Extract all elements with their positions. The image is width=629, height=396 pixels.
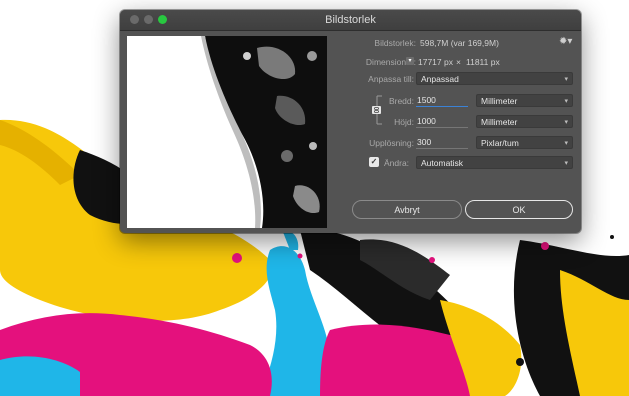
height-label: Höjd: — [394, 117, 414, 127]
chevron-down-icon: ▾ — [564, 140, 568, 147]
height-unit-select[interactable]: Millimeter ▾ — [476, 115, 573, 128]
resample-checkbox[interactable]: ✓ — [369, 157, 379, 167]
width-label: Bredd: — [388, 96, 414, 106]
width-unit-value: Millimeter — [481, 96, 518, 106]
height-unit-value: Millimeter — [481, 117, 518, 127]
chevron-down-icon: ▾ — [564, 119, 568, 126]
gear-icon[interactable]: ✹▾ — [559, 36, 572, 47]
image-preview[interactable] — [127, 36, 327, 228]
width-unit-select[interactable]: Millimeter ▾ — [476, 94, 573, 107]
ok-button[interactable]: OK — [465, 200, 573, 219]
resolution-unit-select[interactable]: Pixlar/tum ▾ — [476, 136, 573, 149]
image-size-value: 598,7M (var 169,9M) — [420, 38, 499, 48]
fit-to-label: Anpassa till: — [368, 74, 414, 84]
width-input[interactable]: 1500 — [416, 94, 468, 107]
resolution-label: Upplösning: — [369, 138, 414, 148]
link-proportions-icon[interactable] — [370, 95, 383, 125]
chevron-down-icon: ▾ — [564, 76, 568, 83]
image-size-label: Bildstorlek: — [374, 38, 416, 48]
image-size-dialog: Bildstorlek Bildstorlek: 598,7M (var 169… — [120, 10, 581, 233]
height-input[interactable]: 1000 — [416, 115, 468, 128]
resolution-input[interactable]: 300 — [416, 136, 468, 149]
preview-image — [127, 36, 327, 228]
chevron-down-icon: ▾ — [564, 98, 568, 105]
fit-to-select[interactable]: Anpassad ▾ — [416, 72, 573, 85]
chevron-down-icon: ▾ — [564, 160, 568, 167]
dimensions-separator: × — [456, 57, 461, 67]
dimensions-unit-dropdown[interactable]: ▾ — [406, 57, 414, 65]
resolution-unit-value: Pixlar/tum — [481, 138, 519, 148]
dimensions-width-value: 17717 px — [418, 57, 453, 67]
title-bar[interactable]: Bildstorlek — [120, 10, 581, 31]
resample-select[interactable]: Automatisk ▾ — [416, 156, 573, 169]
dialog-title: Bildstorlek — [325, 14, 376, 26]
resample-value: Automatisk — [421, 158, 464, 168]
fit-to-value: Anpassad — [421, 74, 459, 84]
cancel-button[interactable]: Avbryt — [352, 200, 462, 219]
resample-label: Ändra: — [384, 158, 410, 168]
dimensions-height-value: 11811 px — [466, 57, 500, 67]
